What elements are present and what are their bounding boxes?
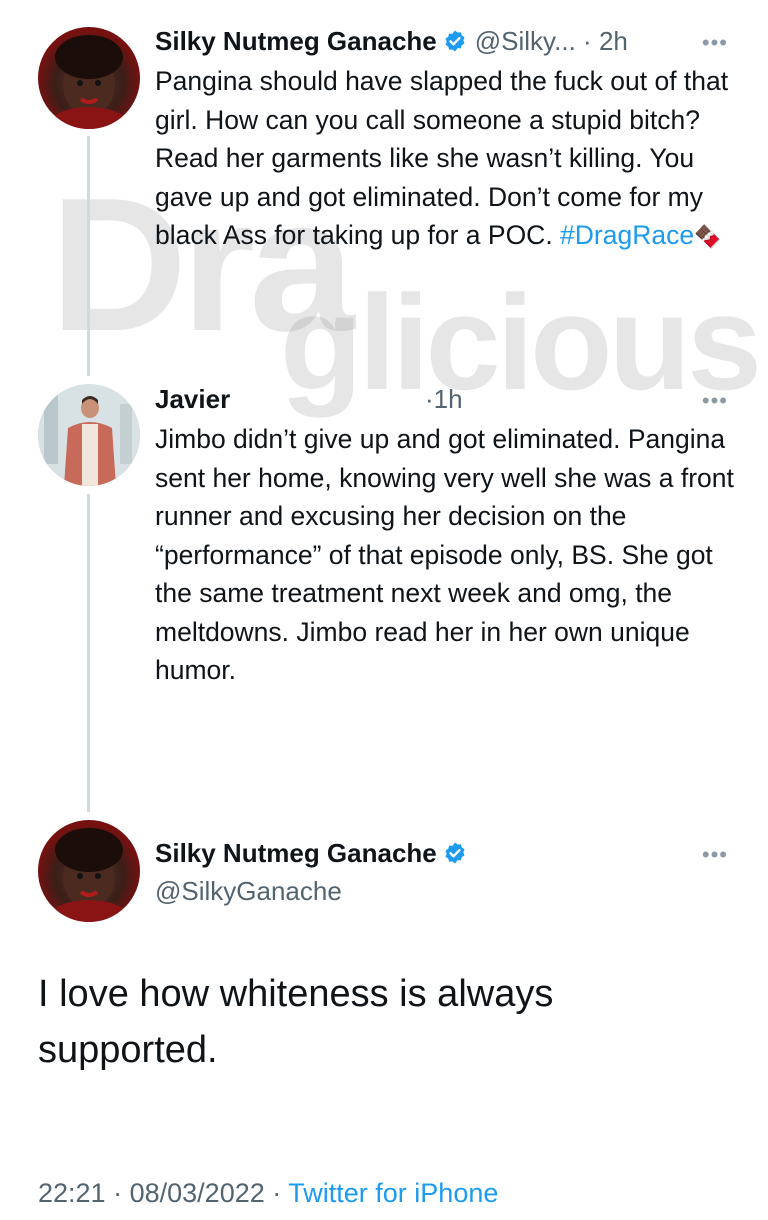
tweet-date[interactable]: 08/03/2022	[130, 1178, 265, 1208]
tweet-header: Javier	[155, 384, 230, 415]
author-name[interactable]: Silky Nutmeg Ganache	[155, 26, 437, 56]
main-tweet-header: Silky Nutmeg Ganache	[155, 838, 475, 869]
avatar[interactable]	[38, 384, 140, 486]
author-handle[interactable]: @SilkyGanache	[155, 876, 342, 906]
separator: ·	[583, 26, 592, 56]
watermark-text-2: glicious	[280, 267, 762, 418]
tweet-source-link[interactable]: Twitter for iPhone	[288, 1178, 498, 1208]
more-options-icon[interactable]: •••	[702, 842, 728, 868]
separator: ·	[113, 1178, 123, 1208]
separator: ·	[272, 1178, 282, 1208]
separator: ·	[425, 384, 434, 414]
author-handle[interactable]: @Silky...	[475, 26, 576, 56]
hashtag-link[interactable]: #DragRace	[560, 220, 694, 250]
thread-line	[87, 494, 90, 812]
author-name[interactable]: Javier	[155, 384, 230, 414]
avatar[interactable]	[38, 820, 140, 922]
chocolate-emoji-icon: 🍫	[694, 224, 722, 249]
verified-badge-icon	[445, 30, 465, 52]
avatar[interactable]	[38, 27, 140, 129]
tweet-time[interactable]: 22:21	[38, 1178, 106, 1208]
verified-badge-icon	[445, 842, 465, 864]
tweet-text: Jimbo didn’t give up and got eliminated.…	[155, 424, 734, 685]
more-options-icon[interactable]: •••	[702, 30, 728, 56]
thread-line	[87, 136, 90, 376]
timestamp[interactable]: 1h	[434, 384, 463, 414]
main-tweet-handle: @SilkyGanache	[155, 876, 342, 907]
tweet-metadata: 22:21 · 08/03/2022 · Twitter for iPhone	[38, 1178, 498, 1209]
timestamp[interactable]: 2h	[599, 26, 628, 56]
main-tweet-text: I love how whiteness is always supported…	[38, 973, 554, 1071]
tweet-text: Pangina should have slapped the fuck out…	[155, 62, 735, 257]
tweet-time: ·1h	[425, 384, 463, 415]
author-name[interactable]: Silky Nutmeg Ganache	[155, 838, 437, 868]
more-options-icon[interactable]: •••	[702, 388, 728, 414]
tweet-header: Silky Nutmeg Ganache @Silky... · 2h	[155, 26, 628, 57]
